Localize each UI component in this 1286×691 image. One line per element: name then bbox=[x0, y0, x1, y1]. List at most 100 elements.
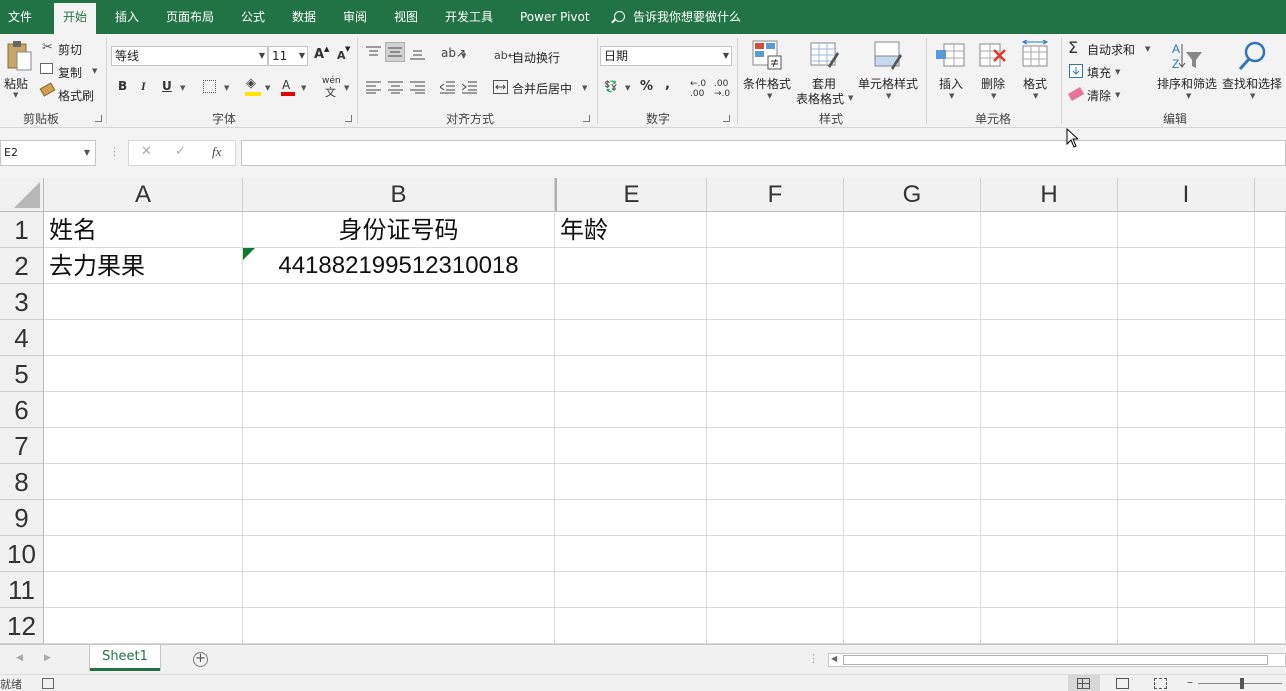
grid-cell[interactable] bbox=[1118, 500, 1255, 536]
grid-cell[interactable] bbox=[555, 392, 707, 428]
tell-me-box[interactable]: 告诉我你想要做什么 bbox=[614, 0, 741, 34]
grid-cell[interactable] bbox=[555, 248, 707, 284]
grid-cell[interactable] bbox=[844, 572, 981, 608]
phonetic-dropdown-icon[interactable]: ▼ bbox=[344, 84, 349, 92]
font-color-button[interactable]: A bbox=[282, 78, 290, 92]
tab-view[interactable]: 视图 bbox=[394, 0, 418, 34]
grid-cell[interactable] bbox=[243, 500, 555, 536]
column-header-f[interactable]: F bbox=[707, 178, 844, 212]
grid-cell[interactable] bbox=[44, 320, 243, 356]
zoom-slider-thumb[interactable] bbox=[1240, 678, 1244, 689]
cell-e1[interactable]: 年龄 bbox=[555, 212, 707, 248]
autosum-dropdown-icon[interactable]: ▼ bbox=[1145, 45, 1150, 53]
macro-record-icon[interactable] bbox=[42, 678, 54, 689]
scrollbar-thumb[interactable] bbox=[843, 655, 1268, 665]
grid-cell[interactable] bbox=[844, 320, 981, 356]
grid-cell[interactable] bbox=[981, 356, 1118, 392]
tab-split-handle-icon[interactable]: ⋮ bbox=[808, 652, 819, 665]
font-size-combo[interactable]: 11 ▼ bbox=[268, 46, 308, 66]
insert-cells-button[interactable]: 插入 bbox=[939, 75, 963, 92]
grid-cell[interactable] bbox=[844, 608, 981, 644]
grid-cell[interactable] bbox=[243, 572, 555, 608]
grid-cell[interactable] bbox=[1118, 608, 1255, 644]
cancel-icon[interactable]: ✕ bbox=[141, 144, 152, 159]
grid-cell[interactable] bbox=[1118, 212, 1255, 248]
row-header[interactable]: 1 bbox=[0, 212, 44, 248]
grid-cell[interactable] bbox=[243, 392, 555, 428]
row-header[interactable]: 4 bbox=[0, 320, 44, 356]
grid-cell[interactable] bbox=[243, 428, 555, 464]
wrap-text-button[interactable]: 自动换行 bbox=[512, 49, 560, 66]
insert-cells-icon[interactable] bbox=[936, 40, 966, 70]
grid-cell[interactable] bbox=[1255, 608, 1286, 644]
grid-cell[interactable] bbox=[844, 536, 981, 572]
grid-cell[interactable] bbox=[243, 536, 555, 572]
paste-icon[interactable] bbox=[4, 40, 32, 72]
format-painter-button[interactable]: 格式刷 bbox=[58, 87, 94, 104]
fill-button[interactable]: 填充 bbox=[1087, 64, 1111, 81]
cut-button[interactable]: 剪切 bbox=[58, 41, 82, 58]
grid-cell[interactable] bbox=[707, 464, 844, 500]
delete-cells-button[interactable]: 删除 bbox=[981, 75, 1005, 92]
underline-button[interactable]: U bbox=[162, 79, 172, 93]
grid-cell[interactable] bbox=[1255, 284, 1286, 320]
paste-button[interactable]: 粘贴 bbox=[4, 75, 28, 92]
sort-filter-button[interactable]: 排序和筛选 bbox=[1157, 75, 1217, 92]
grid-cell[interactable] bbox=[555, 572, 707, 608]
cut-icon[interactable]: ✂ bbox=[42, 40, 53, 55]
grid-cell[interactable] bbox=[555, 356, 707, 392]
row-header[interactable]: 2 bbox=[0, 248, 44, 284]
grid-cell[interactable] bbox=[707, 572, 844, 608]
grid-cell[interactable] bbox=[555, 464, 707, 500]
column-header-next[interactable] bbox=[1255, 178, 1286, 212]
tab-home[interactable]: 开始 bbox=[54, 3, 97, 34]
column-header-h[interactable]: H bbox=[981, 178, 1118, 212]
copy-icon[interactable] bbox=[40, 63, 53, 74]
grid-cell[interactable] bbox=[44, 572, 243, 608]
cell-a1[interactable]: 姓名 bbox=[44, 212, 243, 248]
column-header-b[interactable]: B bbox=[243, 178, 555, 212]
sheet-tab-sheet1[interactable]: Sheet1 bbox=[90, 645, 160, 671]
grid-cell[interactable] bbox=[243, 464, 555, 500]
delete-dropdown-icon[interactable]: ▼ bbox=[991, 92, 996, 100]
grid-cell[interactable] bbox=[243, 608, 555, 644]
column-header-g[interactable]: G bbox=[844, 178, 981, 212]
grid-cell[interactable] bbox=[44, 356, 243, 392]
grid-cell[interactable] bbox=[1255, 320, 1286, 356]
tab-file[interactable]: 文件 bbox=[8, 0, 32, 34]
number-format-combo[interactable]: 日期 ▼ bbox=[600, 46, 732, 66]
grid-cell[interactable] bbox=[844, 284, 981, 320]
scroll-sheets-left-icon[interactable]: ◀ bbox=[16, 653, 23, 663]
clear-dropdown-icon[interactable]: ▼ bbox=[1115, 91, 1120, 99]
grid-cell[interactable] bbox=[1118, 464, 1255, 500]
grid-cell[interactable] bbox=[981, 320, 1118, 356]
tab-power-pivot[interactable]: Power Pivot bbox=[520, 0, 590, 34]
grid-cell[interactable] bbox=[707, 500, 844, 536]
grid-cell[interactable] bbox=[707, 320, 844, 356]
column-header-e[interactable]: E bbox=[555, 178, 707, 212]
format-painter-icon[interactable] bbox=[39, 82, 56, 97]
percent-button[interactable]: % bbox=[640, 79, 653, 94]
insert-dropdown-icon[interactable]: ▼ bbox=[949, 92, 954, 100]
row-header[interactable]: 5 bbox=[0, 356, 44, 392]
grid-cell[interactable] bbox=[1255, 428, 1286, 464]
grid-cell[interactable] bbox=[555, 428, 707, 464]
grid-cell[interactable] bbox=[44, 428, 243, 464]
format-as-table-button-line2[interactable]: 表格格式 bbox=[796, 90, 844, 107]
grid-cell[interactable] bbox=[707, 248, 844, 284]
align-right-icon[interactable] bbox=[410, 80, 425, 94]
fill-color-dropdown-icon[interactable]: ▼ bbox=[265, 84, 270, 92]
conditional-formatting-icon[interactable] bbox=[752, 40, 782, 70]
grid-cell[interactable] bbox=[1255, 572, 1286, 608]
grid-cell[interactable] bbox=[555, 500, 707, 536]
tab-formulas[interactable]: 公式 bbox=[241, 0, 265, 34]
grid-cell[interactable] bbox=[243, 320, 555, 356]
autosum-button[interactable]: 自动求和 bbox=[1087, 41, 1135, 58]
grid-cell[interactable] bbox=[844, 212, 981, 248]
page-break-view-icon[interactable] bbox=[1154, 678, 1167, 689]
grid-cell[interactable] bbox=[981, 608, 1118, 644]
merge-center-button[interactable]: 合并后居中 bbox=[512, 80, 572, 97]
grid-cell[interactable] bbox=[44, 392, 243, 428]
fill-color-icon[interactable]: ◈ bbox=[246, 76, 256, 91]
conditional-formatting-button[interactable]: 条件格式 bbox=[743, 75, 791, 92]
